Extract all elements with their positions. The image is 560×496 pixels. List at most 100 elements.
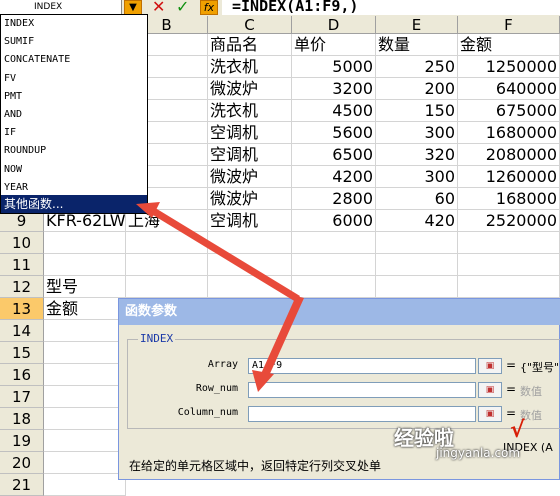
row-header[interactable]: 18 — [0, 408, 44, 430]
cell-f8[interactable]: 168000 — [458, 188, 560, 210]
cell-f11[interactable] — [458, 254, 560, 276]
cell-e5[interactable]: 300 — [376, 122, 458, 144]
name-box[interactable]: INDEX — [0, 0, 122, 15]
cell-c9[interactable]: 空调机 — [208, 210, 292, 232]
cell-c5[interactable]: 空调机 — [208, 122, 292, 144]
cell-e4[interactable]: 150 — [376, 100, 458, 122]
cell-b12[interactable] — [126, 276, 208, 298]
function-item-sumif[interactable]: SUMIF — [1, 33, 147, 51]
cell-f6[interactable]: 2080000 — [458, 144, 560, 166]
cell-d1[interactable]: 单价 — [292, 34, 376, 56]
function-item-and[interactable]: AND — [1, 106, 147, 124]
cell-a10[interactable] — [44, 232, 126, 254]
cell-a12[interactable]: 型号 — [44, 276, 126, 298]
cell-d8[interactable]: 2800 — [292, 188, 376, 210]
cell-d5[interactable]: 5600 — [292, 122, 376, 144]
cell-b11[interactable] — [126, 254, 208, 276]
cell-a19[interactable] — [44, 430, 126, 452]
cell-a14[interactable] — [44, 320, 126, 342]
function-item-if[interactable]: IF — [1, 124, 147, 142]
cell-a11[interactable] — [44, 254, 126, 276]
cell-e3[interactable]: 200 — [376, 78, 458, 100]
cell-e2[interactable]: 250 — [376, 56, 458, 78]
cell-e11[interactable] — [376, 254, 458, 276]
column-num-input[interactable] — [248, 406, 476, 422]
function-item-now[interactable]: NOW — [1, 161, 147, 179]
cell-d2[interactable]: 5000 — [292, 56, 376, 78]
row-header[interactable]: 16 — [0, 364, 44, 386]
cell-f7[interactable]: 1260000 — [458, 166, 560, 188]
column-header-d[interactable]: D — [292, 16, 376, 34]
cell-d4[interactable]: 4500 — [292, 100, 376, 122]
cell-b10[interactable] — [126, 232, 208, 254]
cell-a13[interactable]: 金额 — [44, 298, 126, 320]
cell-d11[interactable] — [292, 254, 376, 276]
column-header-e[interactable]: E — [376, 16, 458, 34]
formula-input[interactable]: =INDEX(A1:F9,) — [222, 0, 560, 15]
cell-c12[interactable] — [208, 276, 292, 298]
row-header-selected[interactable]: 13 — [0, 298, 44, 320]
collapse-dialog-icon[interactable]: ▣ — [478, 358, 502, 374]
array-input[interactable]: A1:F9 — [248, 358, 476, 374]
cell-c1[interactable]: 商品名 — [208, 34, 292, 56]
cell-e7[interactable]: 300 — [376, 166, 458, 188]
function-item-pmt[interactable]: PMT — [1, 88, 147, 106]
cell-c4[interactable]: 洗衣机 — [208, 100, 292, 122]
insert-function-button[interactable]: fx — [200, 0, 218, 15]
row-header[interactable]: 10 — [0, 232, 44, 254]
cell-f4[interactable]: 675000 — [458, 100, 560, 122]
column-header-f[interactable]: F — [458, 16, 560, 34]
cell-e8[interactable]: 60 — [376, 188, 458, 210]
cell-e1[interactable]: 数量 — [376, 34, 458, 56]
cell-c7[interactable]: 微波炉 — [208, 166, 292, 188]
cell-d9[interactable]: 6000 — [292, 210, 376, 232]
cell-c6[interactable]: 空调机 — [208, 144, 292, 166]
cell-f2[interactable]: 1250000 — [458, 56, 560, 78]
cell-a21[interactable] — [44, 474, 126, 496]
row-header[interactable]: 15 — [0, 342, 44, 364]
dialog-title[interactable]: 函数参数 — [119, 299, 560, 325]
cell-e6[interactable]: 320 — [376, 144, 458, 166]
cell-f9[interactable]: 2520000 — [458, 210, 560, 232]
column-header-c[interactable]: C — [208, 16, 292, 34]
collapse-dialog-icon[interactable]: ▣ — [478, 382, 502, 398]
row-header[interactable]: 14 — [0, 320, 44, 342]
cell-a15[interactable] — [44, 342, 126, 364]
collapse-dialog-icon[interactable]: ▣ — [478, 406, 502, 422]
enter-check-icon[interactable]: ✓ — [176, 0, 189, 16]
cell-d12[interactable] — [292, 276, 376, 298]
cell-d6[interactable]: 6500 — [292, 144, 376, 166]
cell-d10[interactable] — [292, 232, 376, 254]
cell-a18[interactable] — [44, 408, 126, 430]
cell-d7[interactable]: 4200 — [292, 166, 376, 188]
cell-d3[interactable]: 3200 — [292, 78, 376, 100]
row-header[interactable]: 12 — [0, 276, 44, 298]
function-item-concatenate[interactable]: CONCATENATE — [1, 51, 147, 69]
cell-c10[interactable] — [208, 232, 292, 254]
function-item-roundup[interactable]: ROUNDUP — [1, 142, 147, 160]
cell-c2[interactable]: 洗衣机 — [208, 56, 292, 78]
function-item-more-functions[interactable]: 其他函数... — [1, 195, 147, 214]
row-header[interactable]: 21 — [0, 474, 44, 496]
cell-e10[interactable] — [376, 232, 458, 254]
cell-f12[interactable] — [458, 276, 560, 298]
cell-e12[interactable] — [376, 276, 458, 298]
function-item-index[interactable]: INDEX — [1, 15, 147, 33]
row-header[interactable]: 19 — [0, 430, 44, 452]
cell-a16[interactable] — [44, 364, 126, 386]
cell-f3[interactable]: 640000 — [458, 78, 560, 100]
row-header[interactable]: 11 — [0, 254, 44, 276]
row-header[interactable]: 20 — [0, 452, 44, 474]
cell-f5[interactable]: 1680000 — [458, 122, 560, 144]
cell-c11[interactable] — [208, 254, 292, 276]
name-box-dropdown-icon[interactable]: ▼ — [124, 0, 142, 15]
function-item-fv[interactable]: FV — [1, 70, 147, 88]
cell-a17[interactable] — [44, 386, 126, 408]
cell-f10[interactable] — [458, 232, 560, 254]
cell-c3[interactable]: 微波炉 — [208, 78, 292, 100]
row-header[interactable]: 17 — [0, 386, 44, 408]
cell-a20[interactable] — [44, 452, 126, 474]
cell-e9[interactable]: 420 — [376, 210, 458, 232]
row-num-input[interactable] — [248, 382, 476, 398]
cell-c8[interactable]: 微波炉 — [208, 188, 292, 210]
